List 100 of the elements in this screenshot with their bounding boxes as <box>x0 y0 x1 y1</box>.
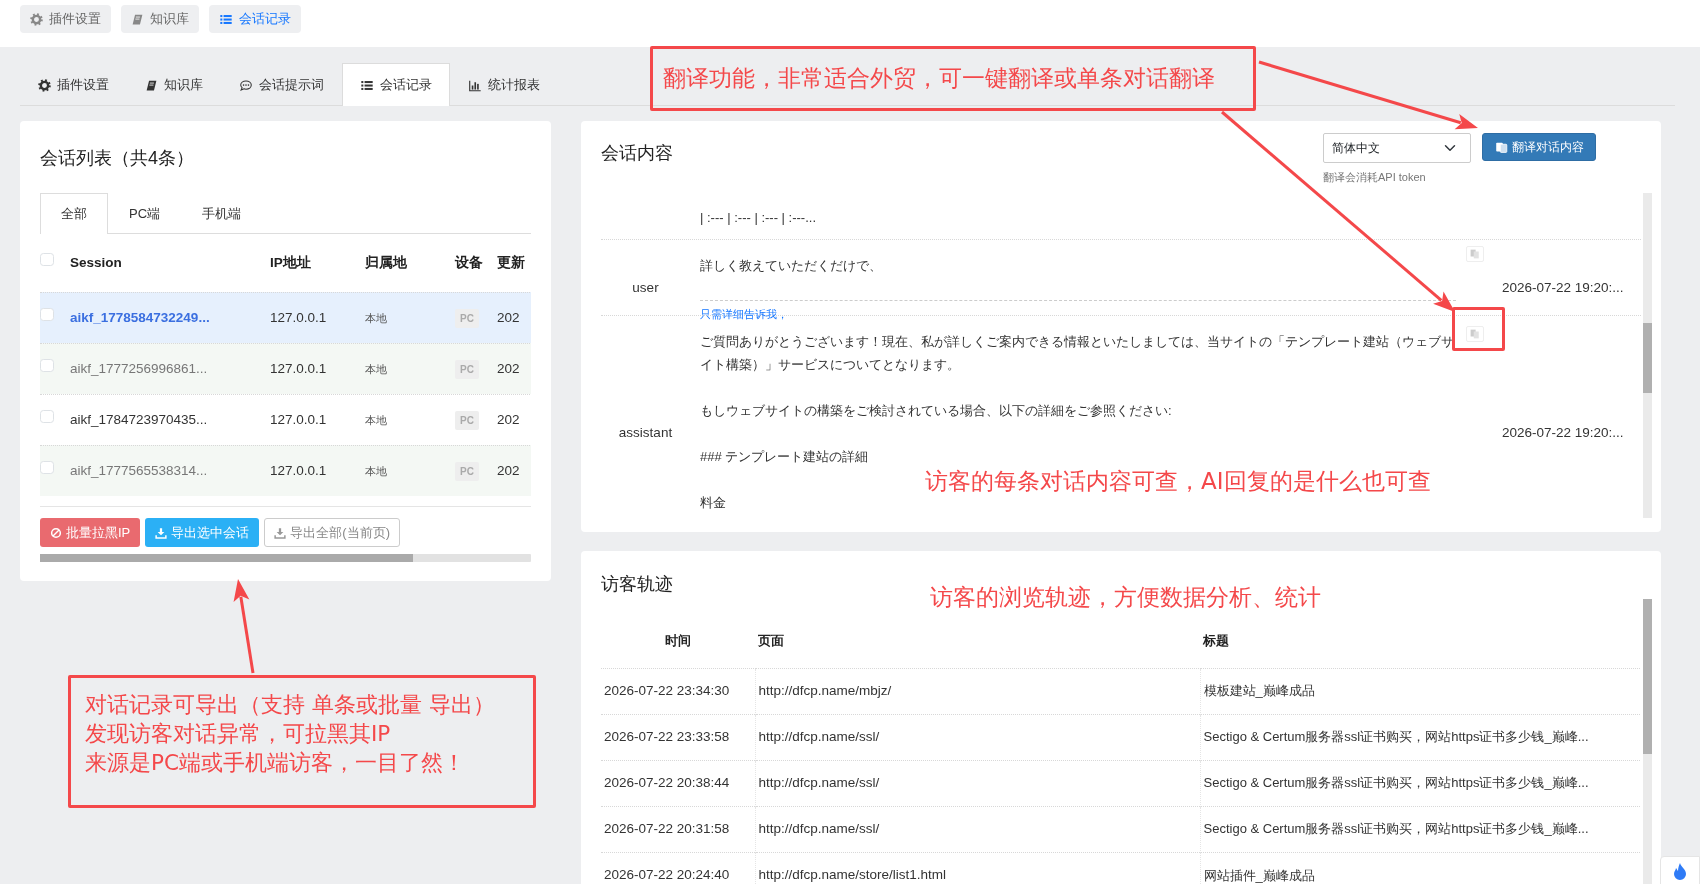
message-time: 2026-07-22 19:20:... <box>1502 279 1624 298</box>
table-cell: 网站插件_巅峰成品 <box>1203 867 1315 883</box>
table-cell: 模板建站_巅峰成品 <box>1203 683 1315 699</box>
column-header: 标题 <box>1203 633 1229 648</box>
top-nav-button[interactable]: 知识库 <box>121 5 199 33</box>
document-icon <box>1470 249 1480 259</box>
table-cell: Sectigo & Certum服务器ssl证书购买，网站https证书多少钱_巅峰... <box>1203 775 1589 791</box>
session-link[interactable]: aikf_1778584732249... <box>70 309 210 325</box>
book-icon <box>145 78 158 92</box>
gear-icon <box>38 78 51 92</box>
message-text: ご質問ありがとうございます！現在、私が詳しくご案内できる情報といたしましては、当サイトの「テンプレート建站（ウェブサイト構築）」サービスについてとなります。 <box>700 333 1455 374</box>
row-checkbox[interactable] <box>40 409 54 424</box>
table-cell: 2026-07-22 23:33:58 <box>604 728 730 744</box>
device-badge: PC <box>455 410 479 430</box>
table-cell: 本地 <box>365 362 387 375</box>
language-select[interactable]: 简体中文 <box>1323 133 1471 163</box>
message-role: assistant <box>618 424 673 443</box>
top-nav-button[interactable]: 插件设置 <box>20 5 111 33</box>
device-badge: PC <box>455 359 479 379</box>
card-title: 访客轨迹 <box>601 572 673 596</box>
table-cell: 127.0.0.1 <box>270 462 327 478</box>
session-link[interactable]: aikf_1784723970435... <box>70 411 208 427</box>
filter-tab[interactable]: 手机端 <box>181 193 263 234</box>
select-all-checkbox[interactable] <box>40 252 54 267</box>
table-cell: Sectigo & Certum服务器ssl证书购买，网站https证书多少钱_巅峰... <box>1203 821 1589 837</box>
column-header: 页面 <box>758 633 784 648</box>
device-badge: PC <box>455 308 479 328</box>
translate-button[interactable] <box>1466 246 1484 262</box>
row-checkbox[interactable] <box>40 460 54 475</box>
download-icon <box>274 526 287 539</box>
column-header: 设备 <box>455 254 483 270</box>
hint-text: 翻译会消耗API token <box>1323 170 1427 185</box>
tab[interactable]: 会话记录 <box>342 63 450 106</box>
message-time: 2026-07-22 19:20:... <box>1502 424 1624 443</box>
card-title: 会话列表（共4条） <box>40 146 194 170</box>
annotation-text: 翻译功能，非常适合外贸，可一键翻译或单条对话翻译 <box>663 63 1215 93</box>
table-cell: 127.0.0.1 <box>270 309 327 325</box>
annotation-text: 访客的每条对话内容可查，AI回复的是什么也可查 <box>925 467 1431 496</box>
annotation-text: 来源是PC端或手机端访客，一目了然！ <box>85 749 466 778</box>
column-header: 归属地 <box>365 254 407 270</box>
book-icon <box>131 12 144 26</box>
card-title: 会话内容 <box>601 141 673 165</box>
table-cell: 2026-07-22 23:34:30 <box>604 682 730 698</box>
annotation-frame <box>1452 307 1505 351</box>
tab[interactable]: 会话提示词 <box>221 63 342 106</box>
message-text: 詳しく教えていただくだけで、 <box>700 257 883 275</box>
column-header: 更新 <box>497 254 525 270</box>
row-checkbox[interactable] <box>40 358 54 373</box>
scrollbar[interactable] <box>1643 599 1652 884</box>
fire-button[interactable] <box>1660 856 1700 884</box>
table-cell: http://dfcp.name/mbjz/ <box>758 682 892 698</box>
session-link[interactable]: aikf_1777256996861... <box>70 360 208 376</box>
table-cell: 202 <box>497 309 520 325</box>
message-text: ### テンプレート建站の詳細 <box>700 448 870 466</box>
top-nav-button[interactable]: 会话记录 <box>209 5 301 33</box>
table-cell: 本地 <box>365 311 387 324</box>
export-button[interactable]: 导出全部(当前页) <box>264 518 400 547</box>
message-role: user <box>632 279 659 298</box>
bar-chart-icon <box>468 78 482 92</box>
table-cell: 2026-07-22 20:24:40 <box>604 867 730 883</box>
tab[interactable]: 统计报表 <box>450 63 558 106</box>
table-cell: 202 <box>497 360 520 376</box>
translate-button[interactable]: 翻译对话内容 <box>1482 133 1596 161</box>
filter-tab[interactable]: 全部 <box>40 193 108 234</box>
document-icon <box>1470 329 1480 339</box>
annotation-text: 访客的浏览轨迹，方便数据分析、统计 <box>930 583 1321 612</box>
scrollbar[interactable] <box>1643 193 1652 518</box>
message-text: | :--- | :--- | :--- | :---... <box>700 209 818 227</box>
table-cell: Sectigo & Certum服务器ssl证书购买，网站https证书多少钱_巅峰... <box>1203 729 1589 745</box>
column-header: 时间 <box>665 633 691 648</box>
tab[interactable]: 知识库 <box>127 63 221 106</box>
table-cell: 本地 <box>365 413 387 426</box>
column-header: IP地址 <box>270 254 311 270</box>
table-cell: 127.0.0.1 <box>270 411 327 427</box>
table-cell: http://dfcp.name/ssl/ <box>758 728 880 744</box>
tab[interactable]: 插件设置 <box>20 63 127 106</box>
annotation-text: 发现访客对话异常，可拉黑其IP <box>85 720 392 748</box>
table-cell: 本地 <box>365 464 387 477</box>
annotation-text: 对话记录可导出（支持 单条或批量 导出） <box>85 691 496 719</box>
flame-icon <box>1672 862 1688 882</box>
download-icon <box>155 526 168 539</box>
list-icon <box>219 12 233 26</box>
table-cell: http://dfcp.name/ssl/ <box>758 820 880 836</box>
message-text: 料金 <box>700 494 727 512</box>
chat-icon <box>239 78 253 92</box>
message-text: もしウェブサイトの構築をご検討されている場合、以下の詳細をご参照ください: <box>700 402 1173 420</box>
table-cell: http://dfcp.name/store/list1.html <box>758 867 947 883</box>
table-cell: http://dfcp.name/ssl/ <box>758 774 880 790</box>
translate-button[interactable] <box>1466 326 1484 342</box>
translate-icon <box>1494 140 1508 154</box>
list-icon <box>360 78 374 92</box>
table-cell: 2026-07-22 20:31:58 <box>604 820 730 836</box>
column-header: Session <box>70 254 122 270</box>
filter-tab[interactable]: PC端 <box>108 193 182 234</box>
ban-icon <box>50 526 62 539</box>
table-cell: 202 <box>497 462 520 478</box>
table-cell: 2026-07-22 20:38:44 <box>604 774 730 790</box>
scrollbar[interactable] <box>40 554 531 562</box>
session-link[interactable]: aikf_1777565538314... <box>70 462 208 478</box>
row-checkbox[interactable] <box>40 307 54 322</box>
